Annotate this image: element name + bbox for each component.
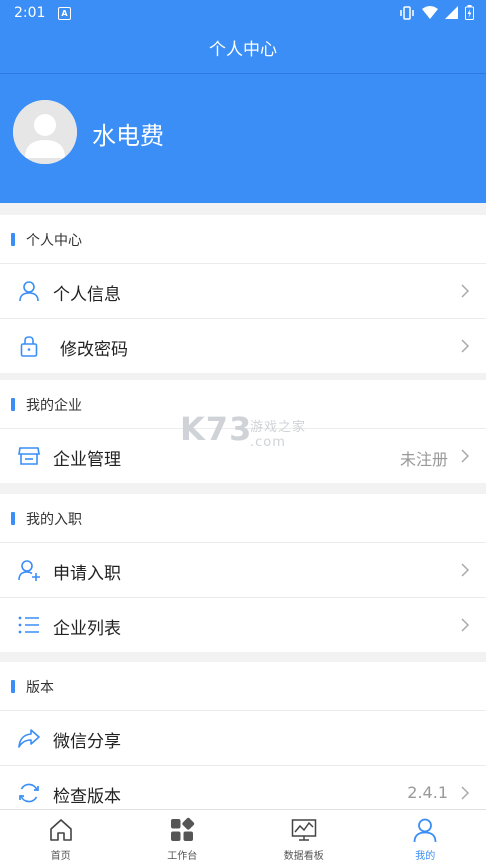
home-icon (48, 817, 74, 843)
section-title: 我的企业 (26, 395, 82, 415)
tab-label: 首页 (0, 847, 122, 862)
section-header: 版本 (0, 662, 486, 711)
menu-item-label: 检查版本 (53, 782, 121, 807)
tab-label: 我的 (365, 847, 486, 862)
tab-mine[interactable]: 我的 (365, 810, 486, 866)
menu-item-label: 申请入职 (53, 559, 121, 584)
user-name: 水电费 (92, 116, 164, 151)
chevron-right-icon (460, 283, 470, 299)
default-avatar-icon (13, 100, 77, 164)
share-icon (17, 726, 41, 750)
avatar[interactable] (13, 100, 77, 164)
refresh-icon (17, 781, 41, 805)
status-icons (399, 5, 474, 20)
menu-item-label: 微信分享 (53, 727, 121, 752)
status-bar: 2:01 A (0, 0, 486, 27)
chevron-right-icon (460, 448, 470, 464)
chart-icon (291, 817, 317, 843)
section-header: 我的入职 (0, 494, 486, 543)
list-icon (17, 613, 41, 637)
menu-item-label: 企业列表 (53, 614, 121, 639)
notification-icon: A (58, 7, 71, 20)
watermark-site-name: 游戏之家 (250, 420, 306, 435)
chevron-right-icon (460, 785, 470, 801)
person-icon (17, 279, 41, 303)
watermark-domain: .com (250, 435, 286, 450)
section-accent-bar (11, 233, 15, 246)
menu-item-label: 个人信息 (53, 280, 121, 305)
status-time: 2:01 (14, 5, 45, 21)
lock-icon (17, 334, 41, 358)
add-user-icon (17, 558, 41, 582)
menu-item-wechat-share[interactable]: 微信分享 (0, 711, 486, 766)
section-accent-bar (11, 512, 15, 525)
section-header: 个人中心 (0, 215, 486, 264)
chevron-right-icon (460, 338, 470, 354)
profile-header: 水电费 (0, 74, 486, 203)
menu-item-change-password[interactable]: 修改密码 (0, 319, 486, 373)
watermark-text: 游戏之家.com (250, 416, 306, 450)
section-accent-bar (11, 398, 15, 411)
menu-item-enterprise-list[interactable]: 企业列表 (0, 598, 486, 652)
user-icon (412, 817, 438, 843)
menu-item-label: 企业管理 (53, 445, 121, 470)
menu-item-personal-info[interactable]: 个人信息 (0, 264, 486, 319)
grid-icon (169, 817, 195, 843)
watermark: K73 游戏之家.com (180, 410, 252, 448)
section-title: 我的入职 (26, 509, 82, 529)
page-title: 个人中心 (0, 27, 486, 73)
wifi-icon (422, 6, 438, 19)
registration-status: 未注册 (400, 446, 448, 470)
section-title: 版本 (26, 677, 54, 697)
watermark-logo: K73 (180, 410, 252, 448)
section-version: 版本 微信分享 检查版本 2.4.1 (0, 662, 486, 820)
tab-workbench[interactable]: 工作台 (122, 810, 244, 866)
bottom-tab-bar: 首页 工作台 数据看板 我的 (0, 809, 486, 866)
section-onboarding: 我的入职 申请入职 企业列表 (0, 494, 486, 652)
version-number: 2.4.1 (407, 783, 448, 802)
tab-label: 工作台 (122, 847, 244, 862)
section-accent-bar (11, 680, 15, 693)
chevron-right-icon (460, 617, 470, 633)
chevron-right-icon (460, 562, 470, 578)
menu-item-label: 修改密码 (60, 335, 128, 360)
vibrate-icon (399, 6, 415, 20)
tab-label: 数据看板 (243, 847, 365, 862)
store-icon (17, 444, 41, 468)
tab-dashboard[interactable]: 数据看板 (243, 810, 365, 866)
battery-icon (465, 5, 474, 20)
section-title: 个人中心 (26, 230, 82, 250)
menu-item-apply-onboarding[interactable]: 申请入职 (0, 543, 486, 598)
signal-icon (445, 6, 458, 19)
tab-home[interactable]: 首页 (0, 810, 122, 866)
section-personal: 个人中心 个人信息 修改密码 (0, 215, 486, 373)
